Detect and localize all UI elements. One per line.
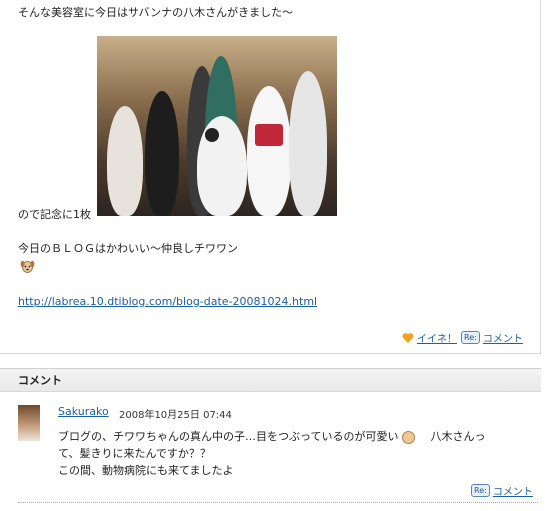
like-button[interactable]: イイネ！ xyxy=(402,330,457,345)
post-bottom-border xyxy=(0,353,541,354)
post-comment-button[interactable]: Re: コメント xyxy=(461,330,523,345)
post-line-1: そんな美容室に今日はサバンナの八木さんがきました〜 xyxy=(18,6,294,19)
comment-body-line-3: この間、動物病院にも来てましたよ xyxy=(58,464,234,477)
comment-reply-label[interactable]: コメント xyxy=(493,483,533,498)
comment-date: 2008年10月25日 07:44 xyxy=(119,410,232,421)
comment-text-1a: ブログの、チワワちゃんの真ん中の子…目をつぶっているのが可愛い xyxy=(58,430,399,443)
comments-header: コメント xyxy=(0,368,541,392)
photo-caption: ので記念に1枚 xyxy=(18,208,91,221)
comment-text-1b: 八木さんっ xyxy=(430,430,486,443)
avatar xyxy=(18,405,40,441)
like-heart-icon xyxy=(402,332,414,343)
post-photo xyxy=(97,36,337,216)
dog-face-icon xyxy=(20,259,35,277)
smile-face-icon xyxy=(401,430,415,444)
like-label[interactable]: イイネ！ xyxy=(417,330,457,345)
comment-author[interactable]: Sakurako xyxy=(58,405,109,418)
post-comment-label[interactable]: コメント xyxy=(483,330,523,345)
comment-body-line-2: て、髪きりに来たんですか？？ xyxy=(58,447,211,460)
re-reply-icon: Re: xyxy=(471,484,490,497)
comment-divider xyxy=(18,502,538,503)
post-right-border xyxy=(540,0,541,355)
comment-body-line-1: ブログの、チワワちゃんの真ん中の子…目をつぶっているのが可愛い 八木さんっ xyxy=(58,428,485,444)
comment-reply-button[interactable]: Re: コメント xyxy=(471,483,533,498)
re-reply-icon: Re: xyxy=(461,331,480,344)
post-line-2: 今日のＢＬＯＧはかわいい〜仲良しチワワン xyxy=(18,242,238,255)
post-permalink[interactable]: http://labrea.10.dtiblog.com/blog-date-2… xyxy=(18,295,317,308)
